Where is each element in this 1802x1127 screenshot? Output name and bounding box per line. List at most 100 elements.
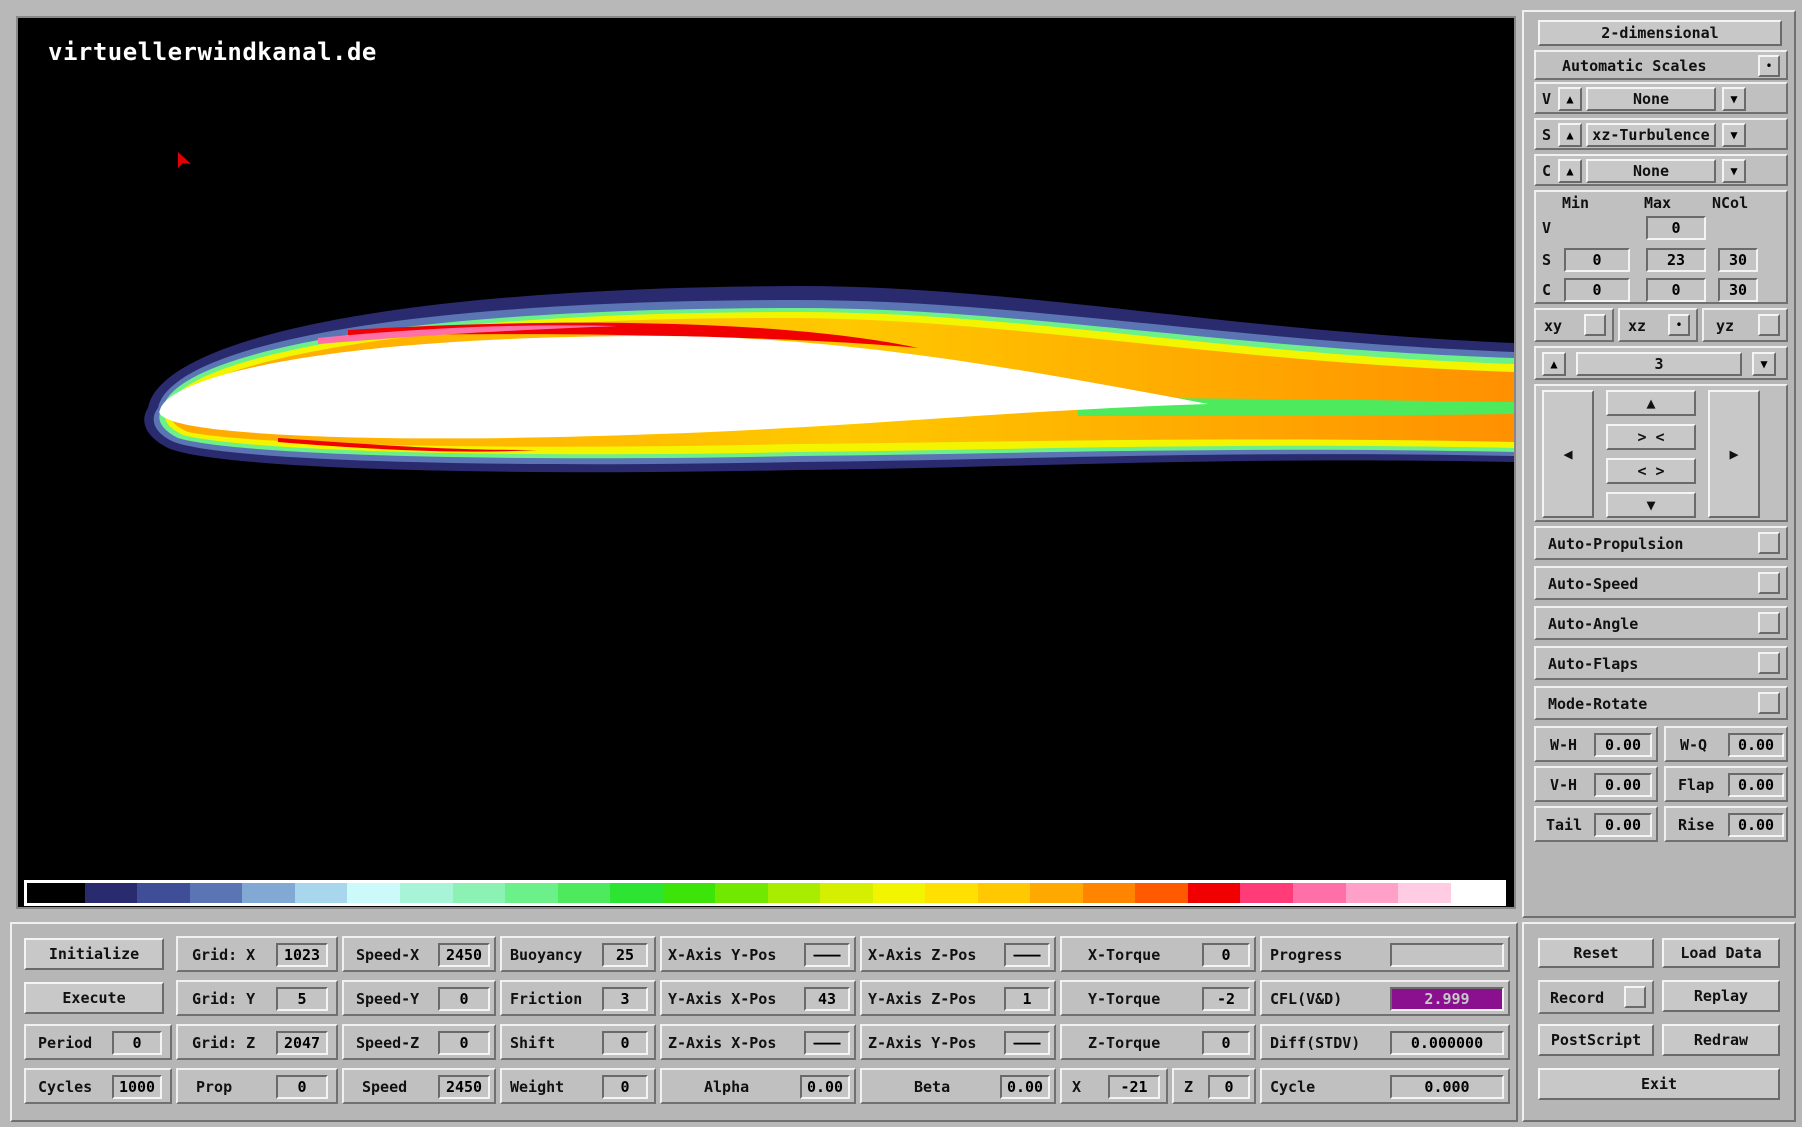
- ytorque-group: Y-Torque -2: [1060, 980, 1256, 1016]
- grid-y-field[interactable]: 5: [276, 987, 328, 1011]
- rise-field[interactable]: 0.00: [1728, 813, 1784, 837]
- cycles-field[interactable]: 1000: [112, 1075, 162, 1099]
- selector-s-up-icon[interactable]: ▲: [1558, 123, 1582, 147]
- ytorque-field[interactable]: -2: [1202, 987, 1250, 1011]
- buoyancy-field[interactable]: 25: [602, 943, 648, 967]
- s-min-field[interactable]: 0: [1564, 248, 1630, 272]
- friction-field[interactable]: 3: [602, 987, 648, 1011]
- friction-group: Friction 3: [500, 980, 656, 1016]
- flap-group: Flap 0.00: [1664, 766, 1788, 802]
- flap-label: Flap: [1678, 776, 1715, 794]
- selector-c-down-icon[interactable]: ▼: [1722, 159, 1746, 183]
- speed-y-field[interactable]: 0: [438, 987, 490, 1011]
- beta-field[interactable]: 0.00: [1000, 1075, 1050, 1099]
- nav-up-button[interactable]: ▲: [1606, 390, 1696, 416]
- prop-field[interactable]: 0: [276, 1075, 328, 1099]
- selector-s: S ▲ xz-Turbulence ▼: [1534, 118, 1788, 150]
- record-checkbox[interactable]: [1624, 986, 1646, 1008]
- c-min-field[interactable]: 0: [1564, 278, 1630, 302]
- execute-button[interactable]: Execute: [24, 982, 164, 1014]
- weight-field[interactable]: 0: [602, 1075, 648, 1099]
- c-max-field[interactable]: 0: [1646, 278, 1706, 302]
- tail-label: Tail: [1546, 816, 1583, 834]
- tail-field[interactable]: 0.00: [1594, 813, 1652, 837]
- color-swatch: [1345, 883, 1399, 903]
- z-coord-field[interactable]: 0: [1208, 1075, 1250, 1099]
- load-data-button[interactable]: Load Data: [1662, 938, 1780, 968]
- speed-x-field[interactable]: 2450: [438, 943, 490, 967]
- layer-value[interactable]: 3: [1576, 352, 1742, 376]
- speed-y-label: Speed-Y: [356, 990, 420, 1008]
- replay-button[interactable]: Replay: [1662, 980, 1780, 1012]
- nav-zoom-in-button[interactable]: > <: [1606, 424, 1696, 450]
- v-max-field[interactable]: 0: [1646, 216, 1706, 240]
- zaxis-xpos-field[interactable]: ———: [804, 1031, 850, 1055]
- selector-v-down-icon[interactable]: ▼: [1722, 87, 1746, 111]
- x-coord-field[interactable]: -21: [1108, 1075, 1160, 1099]
- weight-label: Weight: [510, 1078, 565, 1096]
- ztorque-field[interactable]: 0: [1202, 1031, 1250, 1055]
- xaxis-ypos-field[interactable]: ———: [804, 943, 850, 967]
- grid-x-field[interactable]: 1023: [276, 943, 328, 967]
- vh-field[interactable]: 0.00: [1594, 773, 1652, 797]
- toggle-auto-angle-checkbox[interactable]: [1758, 612, 1780, 634]
- yaxis-xpos-field[interactable]: 43: [804, 987, 850, 1011]
- plane-xy-group: xy: [1534, 308, 1614, 342]
- header-max: Max: [1644, 194, 1672, 212]
- selector-v-up-icon[interactable]: ▲: [1558, 87, 1582, 111]
- yaxis-zpos-field[interactable]: 1: [1004, 987, 1050, 1011]
- zaxis-ypos-field[interactable]: ———: [1004, 1031, 1050, 1055]
- progress-label: Progress: [1270, 946, 1343, 964]
- plane-xy-checkbox[interactable]: [1584, 314, 1606, 336]
- shift-field[interactable]: 0: [602, 1031, 648, 1055]
- selector-c-value[interactable]: None: [1586, 159, 1716, 183]
- prop-label: Prop: [196, 1078, 233, 1096]
- nav-left-button[interactable]: ◀: [1542, 390, 1594, 518]
- xaxis-zpos-group: X-Axis Z-Pos ———: [860, 936, 1056, 972]
- yaxis-xpos-label: Y-Axis X-Pos: [668, 990, 777, 1008]
- speed-field[interactable]: 2450: [438, 1075, 490, 1099]
- plane-yz-checkbox[interactable]: [1758, 314, 1780, 336]
- s-ncol-field[interactable]: 30: [1718, 248, 1758, 272]
- wq-field[interactable]: 0.00: [1728, 733, 1784, 757]
- nav-down-button[interactable]: ▼: [1606, 492, 1696, 518]
- redraw-button[interactable]: Redraw: [1662, 1024, 1780, 1056]
- flap-field[interactable]: 0.00: [1728, 773, 1784, 797]
- alpha-field[interactable]: 0.00: [800, 1075, 850, 1099]
- color-swatch: [399, 883, 453, 903]
- selector-s-down-icon[interactable]: ▼: [1722, 123, 1746, 147]
- toggle-auto-propulsion-checkbox[interactable]: [1758, 532, 1780, 554]
- toggle-auto-flaps-checkbox[interactable]: [1758, 652, 1780, 674]
- selector-c-up-icon[interactable]: ▲: [1558, 159, 1582, 183]
- selector-v-value[interactable]: None: [1586, 87, 1716, 111]
- speed-z-label: Speed-Z: [356, 1034, 420, 1052]
- c-ncol-field[interactable]: 30: [1718, 278, 1758, 302]
- grid-z-field[interactable]: 2047: [276, 1031, 328, 1055]
- grid-y-group: Grid: Y 5: [176, 980, 338, 1016]
- xaxis-ypos-group: X-Axis Y-Pos ———: [660, 936, 856, 972]
- layer-up-icon[interactable]: ▲: [1542, 352, 1566, 376]
- auto-scales-checkbox[interactable]: •: [1758, 55, 1780, 77]
- wh-field[interactable]: 0.00: [1594, 733, 1652, 757]
- selector-s-value[interactable]: xz-Turbulence: [1586, 123, 1716, 147]
- s-max-field[interactable]: 23: [1646, 248, 1706, 272]
- xaxis-zpos-field[interactable]: ———: [1004, 943, 1050, 967]
- z-coord-label: Z: [1184, 1078, 1194, 1096]
- dimension-mode-button[interactable]: 2-dimensional: [1538, 20, 1782, 46]
- toggle-mode-rotate-label: Mode-Rotate: [1548, 695, 1648, 713]
- nav-zoom-out-button[interactable]: < >: [1606, 458, 1696, 484]
- postscript-button[interactable]: PostScript: [1538, 1024, 1654, 1056]
- period-field[interactable]: 0: [112, 1031, 162, 1055]
- nav-right-button[interactable]: ▶: [1708, 390, 1760, 518]
- exit-button[interactable]: Exit: [1538, 1068, 1780, 1100]
- toggle-auto-speed-checkbox[interactable]: [1758, 572, 1780, 594]
- toggle-mode-rotate-checkbox[interactable]: [1758, 692, 1780, 714]
- reset-button[interactable]: Reset: [1538, 938, 1654, 968]
- grid-x-group: Grid: X 1023: [176, 936, 338, 972]
- initialize-button[interactable]: Initialize: [24, 938, 164, 970]
- speed-z-field[interactable]: 0: [438, 1031, 490, 1055]
- record-group: Record: [1538, 980, 1654, 1014]
- xtorque-field[interactable]: 0: [1202, 943, 1250, 967]
- plane-xz-checkbox[interactable]: •: [1668, 314, 1690, 336]
- layer-down-icon[interactable]: ▼: [1752, 352, 1776, 376]
